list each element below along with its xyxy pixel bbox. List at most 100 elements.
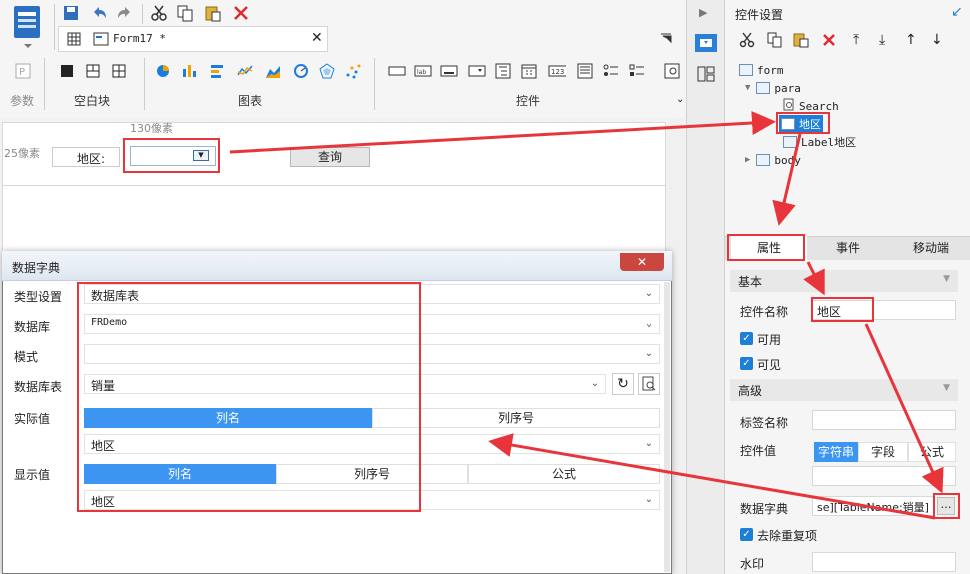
move-down-icon[interactable]: ↓ [931, 32, 943, 48]
type-select[interactable]: 数据库表 ⌄ [84, 284, 660, 304]
tag-name-input[interactable] [812, 410, 956, 430]
cut-icon[interactable] [739, 32, 755, 51]
dialog-close-button[interactable]: ✕ [620, 253, 664, 271]
section-advanced-label: 高级 [738, 384, 763, 398]
search-widget-icon[interactable] [664, 62, 682, 80]
hbar-chart-icon[interactable] [208, 62, 226, 80]
database-select[interactable]: FRDemo ⌄ [84, 314, 660, 334]
pie-chart-icon[interactable] [154, 62, 172, 80]
tree-node-search[interactable]: Search [783, 97, 839, 115]
label-widget-icon[interactable]: lab [414, 62, 432, 80]
chevron-down-icon: ⌄ [644, 348, 654, 359]
tab-mobile[interactable]: 移动端 [891, 236, 970, 260]
collapse-icon[interactable]: ↙ [951, 4, 963, 20]
paste-icon[interactable] [793, 32, 809, 51]
value-type-field[interactable]: 字段 [858, 442, 908, 462]
tab-events[interactable]: 事件 [813, 236, 883, 260]
svg-text:lab: lab [417, 69, 426, 76]
copy-icon[interactable] [767, 32, 783, 51]
copy-icon[interactable] [174, 2, 196, 24]
data-dict-input[interactable]: se][TableName:销量] [812, 496, 934, 516]
delete-icon[interactable] [230, 2, 252, 24]
move-bottom-icon[interactable]: ⤓ [879, 32, 885, 48]
dialog-title: 数据字典 [12, 261, 61, 275]
redo-icon[interactable] [114, 2, 136, 24]
pin-icon[interactable] [660, 32, 672, 47]
block-split-icon[interactable] [84, 62, 102, 80]
actual-value-select[interactable]: 地区 ⌄ [84, 434, 660, 454]
enabled-label: 可用 [757, 333, 782, 347]
tree-node-body[interactable]: ▶ body [745, 151, 801, 169]
display-value-select[interactable]: 地区 ⌄ [84, 490, 660, 510]
tree-node-para[interactable]: ▼ para [745, 79, 801, 97]
table-select[interactable]: 销量 ⌄ [84, 374, 606, 394]
region-combo-widget[interactable]: ▼ [130, 146, 216, 166]
move-up-icon[interactable]: ↑ [905, 32, 917, 48]
close-tab-icon[interactable]: ✕ [311, 30, 323, 46]
display-mode-column-index[interactable]: 列序号 [276, 464, 468, 484]
param-icon[interactable]: P [14, 62, 32, 80]
expand-arrow-icon[interactable]: ▶ [699, 6, 707, 19]
chevron-down-icon: ⌄ [644, 288, 654, 299]
value-type-formula[interactable]: 公式 [908, 442, 956, 462]
control-name-input[interactable]: 地区 [812, 300, 956, 320]
data-dict-edit-button[interactable]: … [937, 497, 955, 515]
watermark-input[interactable] [812, 552, 956, 572]
actual-mode-column-name[interactable]: 列名 [84, 408, 372, 428]
label-node-icon [783, 136, 797, 148]
tab-attributes[interactable]: 属性 [731, 236, 807, 260]
tree-node-form[interactable]: form [739, 61, 784, 79]
control-value-input[interactable] [812, 466, 956, 486]
move-top-icon[interactable]: ⤒ [853, 32, 859, 48]
tree-node-region[interactable]: 地区 [779, 115, 823, 133]
tree-widget-icon[interactable] [494, 62, 512, 80]
region-label: 地区: [52, 147, 120, 167]
undo-icon[interactable] [88, 2, 110, 24]
delete-icon[interactable] [821, 32, 837, 51]
dialog-scrollbar[interactable] [664, 282, 670, 572]
date-widget-icon[interactable] [520, 62, 538, 80]
button-widget-icon[interactable] [440, 62, 458, 80]
actual-mode-column-index[interactable]: 列序号 [372, 408, 660, 428]
section-advanced[interactable]: 高级 ▼ [730, 379, 958, 401]
schema-select[interactable]: ⌄ [84, 344, 660, 364]
combo-widget-icon[interactable] [468, 62, 486, 80]
control-value-label: 控件值 [740, 444, 777, 458]
visible-label: 可见 [757, 358, 782, 372]
cut-icon[interactable] [148, 2, 170, 24]
area-chart-icon[interactable] [264, 62, 282, 80]
component-settings-icon[interactable] [697, 66, 715, 85]
block-solid-icon[interactable] [58, 62, 76, 80]
block-grid-icon[interactable] [110, 62, 128, 80]
editor-tab[interactable]: Form17 * ✕ [58, 26, 328, 52]
chevron-down-icon: ⌄ [644, 438, 654, 449]
widget-settings-icon[interactable] [695, 34, 717, 52]
number-widget-icon[interactable]: 123 [548, 62, 566, 80]
value-type-string[interactable]: 字符串 [814, 442, 858, 462]
chevron-down-icon[interactable]: ⌄ [676, 94, 684, 105]
checkbox-group-icon[interactable] [628, 62, 646, 80]
textbox-widget-icon[interactable] [388, 62, 406, 80]
visible-checkbox[interactable]: ✓ [740, 357, 753, 370]
section-basic[interactable]: 基本 ▼ [730, 270, 958, 292]
radio-group-icon[interactable] [602, 62, 620, 80]
database-label: 数据库 [14, 320, 51, 334]
display-mode-formula[interactable]: 公式 [468, 464, 660, 484]
bar-chart-icon[interactable] [180, 62, 198, 80]
query-button[interactable]: 查询 [290, 147, 370, 167]
refresh-icon[interactable]: ↻ [612, 373, 634, 395]
line-chart-icon[interactable] [236, 62, 254, 80]
enabled-checkbox[interactable]: ✓ [740, 332, 753, 345]
save-icon[interactable] [60, 2, 82, 24]
gauge-chart-icon[interactable] [292, 62, 310, 80]
radar-chart-icon[interactable] [318, 62, 336, 80]
dedupe-checkbox[interactable]: ✓ [740, 528, 753, 541]
tree-node-label-region[interactable]: Label地区 [783, 133, 856, 151]
paste-icon[interactable] [202, 2, 224, 24]
scatter-chart-icon[interactable] [344, 62, 362, 80]
dialog-titlebar[interactable]: 数据字典 ✕ [2, 251, 672, 281]
preview-icon[interactable] [638, 373, 660, 395]
textarea-widget-icon[interactable] [576, 62, 594, 80]
display-mode-column-name[interactable]: 列名 [84, 464, 276, 484]
app-logo[interactable] [8, 4, 48, 50]
